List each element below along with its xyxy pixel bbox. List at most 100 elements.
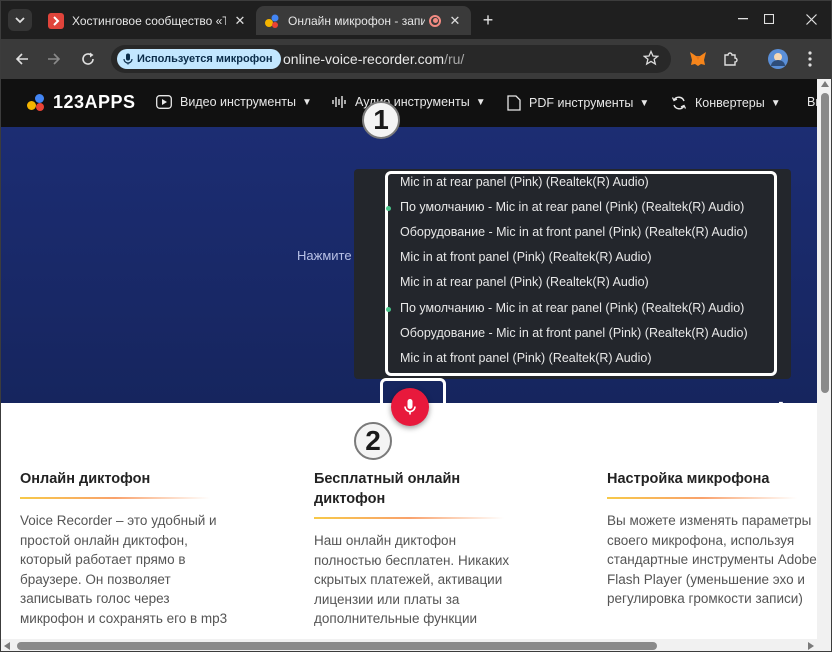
tab-hosting-community[interactable]: Хостинговое сообщество «Tim ✕ bbox=[40, 6, 256, 35]
feature-column-free: Бесплатный онлайн диктофон Наш онлайн ди… bbox=[314, 469, 524, 629]
convert-icon bbox=[671, 96, 687, 110]
metamask-extension-icon[interactable] bbox=[687, 48, 709, 70]
mic-option[interactable]: Mic in at front panel (Pink) (Realtek(R)… bbox=[400, 351, 651, 371]
url-text: online-voice-recorder.com/ru/ bbox=[283, 51, 464, 67]
minimize-icon bbox=[738, 18, 748, 20]
nav-pdf-label: PDF инструменты bbox=[529, 96, 634, 110]
settings-gear-button[interactable] bbox=[769, 399, 791, 426]
mic-option-label: Mic in at front panel (Pink) (Realtek(R)… bbox=[400, 351, 652, 365]
page-viewport: 123APPS Видео инструменты ▼ Аудио инстру… bbox=[1, 79, 817, 651]
microphone-icon bbox=[404, 399, 416, 415]
mic-option[interactable]: Оборудование - Mic in at front panel (Pi… bbox=[400, 225, 748, 245]
column-text: Наш онлайн диктофон полностью бесплатен.… bbox=[314, 533, 510, 626]
tab-title: Хостинговое сообщество «Tim bbox=[72, 13, 226, 28]
arrow-left-icon bbox=[15, 53, 28, 65]
horizontal-scroll-thumb[interactable] bbox=[17, 642, 657, 650]
chevron-down-icon: ▼ bbox=[475, 96, 486, 108]
column-text: Вы можете изменять параметры своего микр… bbox=[607, 513, 817, 606]
feature-column-mic-settings: Настройка микрофона Вы можете изменять п… bbox=[607, 469, 817, 609]
mic-option-label: Оборудование - Mic in at front panel (Pi… bbox=[400, 326, 748, 340]
column-text: Voice Recorder – это удобный и простой о… bbox=[20, 513, 228, 626]
nav-converters-label: Конвертеры bbox=[695, 96, 765, 110]
horizontal-scrollbar[interactable] bbox=[1, 639, 831, 651]
nav-more-label: Вы bbox=[807, 95, 817, 109]
scroll-right-arrow-icon[interactable] bbox=[808, 642, 814, 650]
default-indicator-dot bbox=[386, 307, 391, 312]
mic-option[interactable]: Mic in at rear panel (Pink) (Realtek(R) … bbox=[400, 175, 649, 195]
mic-option[interactable]: Mic in at front panel (Pink) (Realtek(R)… bbox=[400, 250, 651, 270]
url-path: /ru/ bbox=[444, 51, 465, 67]
mic-option[interactable]: Оборудование - Mic in at front panel (Pi… bbox=[400, 326, 748, 346]
recording-indicator-icon bbox=[429, 14, 441, 27]
mic-option-label: По умолчанию - Mic in at rear panel (Pin… bbox=[400, 200, 745, 214]
step-badge-1: 1 bbox=[362, 101, 400, 139]
extensions-puzzle-icon[interactable] bbox=[719, 48, 741, 70]
site-logo[interactable]: 123APPS bbox=[27, 92, 136, 113]
tab-close-icon[interactable]: ✕ bbox=[232, 13, 248, 29]
profile-avatar[interactable] bbox=[767, 48, 789, 70]
chevron-down-icon: ▼ bbox=[770, 97, 781, 109]
chevron-down-icon bbox=[15, 17, 25, 24]
recorder-hero: Нажмите Mic in at rear panel (Pink) (Rea… bbox=[1, 101, 817, 460]
step-badge-2: 2 bbox=[354, 422, 392, 460]
vertical-scrollbar[interactable] bbox=[817, 79, 831, 639]
mic-option[interactable]: Mic in at rear panel (Pink) (Realtek(R) … bbox=[400, 275, 649, 295]
browser-window: Хостинговое сообщество «Tim ✕ Онлайн мик… bbox=[0, 0, 832, 652]
play-icon bbox=[156, 95, 172, 109]
hero-hint-text: Нажмите bbox=[297, 248, 352, 263]
hosting-favicon-icon bbox=[48, 12, 64, 29]
column-title: Бесплатный онлайн диктофон bbox=[314, 471, 461, 507]
mic-option-label: Mic in at rear panel (Pink) (Realtek(R) … bbox=[400, 275, 649, 289]
column-title: Настройка микрофона bbox=[607, 471, 770, 487]
scroll-up-arrow-icon[interactable] bbox=[821, 81, 829, 87]
gear-icon bbox=[771, 401, 789, 419]
address-bar[interactable]: Используется микрофон online-voice-recor… bbox=[111, 45, 671, 73]
nav-pdf-tools[interactable]: PDF инструменты ▼ bbox=[507, 95, 649, 111]
bookmark-star-icon[interactable] bbox=[642, 49, 660, 71]
logo-text: 123APPS bbox=[53, 92, 136, 112]
vertical-scroll-thumb[interactable] bbox=[821, 93, 829, 393]
tab-close-icon[interactable]: ✕ bbox=[447, 13, 463, 29]
mic-option-label: Оборудование - Mic in at front panel (Pi… bbox=[400, 225, 748, 239]
nav-video-label: Видео инструменты bbox=[180, 95, 296, 109]
nav-converters[interactable]: Конвертеры ▼ bbox=[671, 95, 781, 111]
feature-column-recorder: Онлайн диктофон Voice Recorder – это удо… bbox=[20, 469, 230, 628]
microphone-in-use-chip[interactable]: Используется микрофон bbox=[117, 49, 281, 69]
tab-voice-recorder[interactable]: Онлайн микрофон - запис ✕ bbox=[256, 6, 471, 35]
reload-icon bbox=[82, 52, 94, 65]
chevron-down-icon: ▼ bbox=[639, 97, 650, 109]
logo-dots-icon bbox=[27, 93, 47, 112]
mic-option[interactable]: По умолчанию - Mic in at rear panel (Pin… bbox=[386, 301, 745, 321]
mic-option-label: Mic in at rear panel (Pink) (Realtek(R) … bbox=[400, 175, 649, 189]
nav-more[interactable]: Вы bbox=[807, 95, 817, 109]
mic-option-label: Mic in at front panel (Pink) (Realtek(R)… bbox=[400, 250, 652, 264]
nav-video-tools[interactable]: Видео инструменты ▼ bbox=[156, 95, 312, 109]
site-header: 123APPS Видео инструменты ▼ Аудио инстру… bbox=[1, 79, 817, 127]
url-host: online-voice-recorder.com bbox=[283, 51, 445, 67]
close-icon bbox=[805, 13, 817, 25]
title-underline bbox=[607, 497, 797, 499]
record-button[interactable] bbox=[391, 388, 429, 426]
mic-option[interactable]: По умолчанию - Mic in at rear panel (Pin… bbox=[386, 200, 745, 220]
nav-audio-tools[interactable]: Аудио инструменты ▼ bbox=[331, 95, 486, 109]
arrow-right-icon bbox=[48, 53, 61, 65]
mic-option-label: По умолчанию - Mic in at rear panel (Pin… bbox=[400, 301, 745, 315]
maximize-button[interactable] bbox=[751, 7, 787, 31]
waveform-icon bbox=[332, 96, 346, 108]
reload-button[interactable] bbox=[77, 48, 99, 70]
browser-menu-icon[interactable] bbox=[799, 48, 821, 70]
microphone-icon bbox=[123, 53, 133, 65]
mic-chip-label: Используется микрофон bbox=[137, 53, 273, 65]
scroll-left-arrow-icon[interactable] bbox=[4, 642, 10, 650]
chevron-down-icon: ▼ bbox=[301, 96, 312, 108]
microphone-list: Mic in at rear panel (Pink) (Realtek(R) … bbox=[385, 171, 777, 376]
column-title: Онлайн диктофон bbox=[20, 471, 151, 487]
close-window-button[interactable] bbox=[793, 7, 829, 31]
tab-search-button[interactable] bbox=[8, 9, 32, 31]
back-button[interactable] bbox=[11, 48, 33, 70]
document-icon bbox=[507, 95, 521, 111]
new-tab-button[interactable]: + bbox=[477, 10, 499, 30]
forward-button[interactable] bbox=[43, 48, 65, 70]
tab-bar: Хостинговое сообщество «Tim ✕ Онлайн мик… bbox=[1, 1, 831, 39]
tab-title: Онлайн микрофон - запис bbox=[288, 13, 425, 28]
